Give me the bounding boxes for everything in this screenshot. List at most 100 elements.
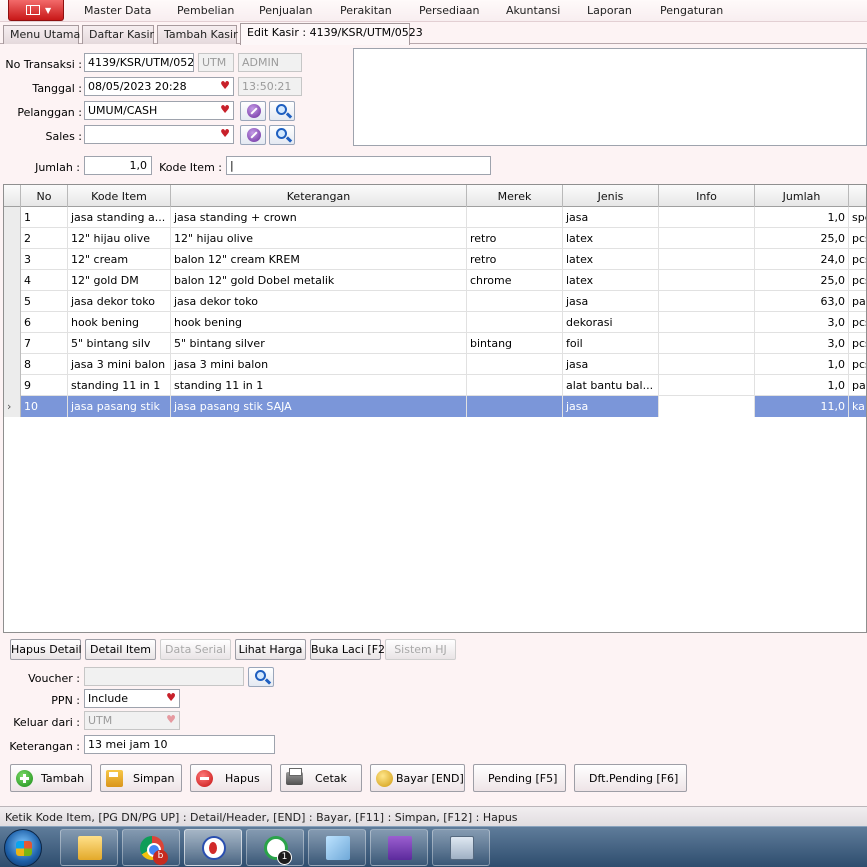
save-icon	[106, 770, 123, 787]
dft-pending-label: Dft.Pending [F6]	[589, 772, 679, 785]
hapus-button[interactable]: Hapus	[190, 764, 272, 792]
heart-dropdown-icon: ♥	[166, 713, 176, 726]
heart-dropdown-icon[interactable]: ♥	[220, 79, 230, 92]
jumlah-input[interactable]: 1,0	[84, 156, 152, 175]
heart-dropdown-icon[interactable]: ♥	[166, 691, 176, 704]
tab-menu-utama[interactable]: Menu Utama	[3, 25, 80, 44]
column-header-jumlah[interactable]: Jumlah	[755, 185, 849, 207]
menu-pengaturan[interactable]: Pengaturan	[660, 4, 723, 17]
cell-merek	[467, 207, 563, 228]
search-sales-button[interactable]	[269, 125, 295, 145]
column-header-kode-item[interactable]: Kode Item	[68, 185, 171, 207]
time-field: 13:50:21	[238, 77, 302, 96]
taskbar-visual-studio[interactable]	[370, 829, 428, 866]
menu-master-data[interactable]: Master Data	[84, 4, 151, 17]
taskbar-chrome[interactable]: b	[122, 829, 180, 866]
cell-no: 8	[21, 354, 68, 375]
taskbar-calculator[interactable]	[432, 829, 490, 866]
app-menu-button[interactable]: ▼	[8, 0, 64, 21]
table-row[interactable]: 5 jasa dekor toko jasa dekor toko jasa 63,0 p…	[4, 291, 866, 312]
search-voucher-button[interactable]	[248, 667, 274, 687]
column-header-keterangan[interactable]: Keterangan	[171, 185, 467, 207]
edit-sales-button[interactable]	[240, 125, 266, 145]
taskbar-whatsapp[interactable]: 1	[246, 829, 304, 866]
menu-pembelian[interactable]: Pembelian	[177, 4, 234, 17]
row-indicator	[4, 333, 21, 354]
table-row[interactable]: 6hook beninghook beningdekorasi3,0pcs	[4, 312, 866, 333]
start-button[interactable]	[4, 829, 42, 867]
keterangan-label: Keterangan :	[9, 740, 80, 753]
tab-daftar-kasir[interactable]: Daftar Kasir	[82, 25, 154, 44]
cell-no: 2	[21, 228, 68, 249]
menu-penjualan[interactable]: Penjualan	[259, 4, 313, 17]
taskbar-notepad[interactable]	[308, 829, 366, 866]
cell-jumlah: 11,0	[755, 396, 849, 417]
lihat-harga-button[interactable]: Lihat Harga	[235, 639, 306, 660]
cell-info	[659, 207, 755, 228]
kode-item-input[interactable]: |	[226, 156, 491, 175]
hapus-detail-button[interactable]: Hapus Detail	[10, 639, 82, 660]
no-transaksi-field[interactable]: 4139/KSR/UTM/0523	[84, 53, 194, 72]
notes-textarea[interactable]	[353, 48, 867, 146]
tambah-button[interactable]: Tambah	[10, 764, 92, 792]
bayar-label: Bayar [END]	[396, 772, 464, 785]
ppn-select[interactable]: Include ♥	[84, 689, 180, 708]
detail-item-button[interactable]: Detail Item	[85, 639, 156, 660]
pelanggan-select[interactable]: UMUM/CASH ♥	[84, 101, 234, 120]
cell-jumlah: 1,0	[755, 207, 849, 228]
pending-button[interactable]: Pending [F5]	[473, 764, 566, 792]
cell-jenis: latex	[563, 270, 659, 291]
tab-edit-kasir[interactable]: Edit Kasir : 4139/KSR/UTM/0523	[240, 23, 423, 45]
menu-akuntansi[interactable]: Akuntansi	[506, 4, 560, 17]
cell-merek	[467, 312, 563, 333]
voucher-field[interactable]	[84, 667, 244, 686]
row-indicator	[4, 249, 21, 270]
table-row[interactable]: 9 standing 11 in 1 standing 11 in 1 alat ba…	[4, 375, 866, 396]
cell-kode-item: 12" gold DM	[68, 270, 171, 291]
coin-icon	[376, 770, 393, 787]
cell-info	[659, 270, 755, 291]
table-row[interactable]: 2 12" hijau olive 12" hijau olive retro late…	[4, 228, 866, 249]
cell-jenis: latex	[563, 249, 659, 270]
column-header-merek[interactable]: Merek	[467, 185, 563, 207]
bayar-button[interactable]: Bayar [END]	[370, 764, 465, 792]
cell-no: 1	[21, 207, 68, 228]
taskbar-explorer[interactable]	[60, 829, 118, 866]
column-header-jenis[interactable]: Jenis	[563, 185, 659, 207]
table-row[interactable]: 4 12" gold DM balon 12" gold Dobel metalik…	[4, 270, 866, 291]
buka-laci-button[interactable]: Buka Laci [F2]	[310, 639, 389, 660]
dft-pending-button[interactable]: Dft.Pending [F6]	[574, 764, 687, 792]
simpan-button[interactable]: Simpan	[100, 764, 182, 792]
edit-pelanggan-button[interactable]	[240, 101, 266, 121]
column-header-satuan[interactable]	[849, 185, 866, 207]
sistem-hj-button[interactable]: Sistem HJ	[385, 639, 456, 660]
chrome-badge: b	[153, 850, 168, 865]
item-grid[interactable]: No Kode Item Keterangan Merek Jenis Info…	[3, 184, 867, 633]
tanggal-field[interactable]: 08/05/2023 20:28 ♥	[84, 77, 234, 96]
cell-keterangan: jasa dekor toko	[171, 291, 467, 312]
menu-persediaan[interactable]: Persediaan	[419, 4, 480, 17]
column-header-info[interactable]: Info	[659, 185, 755, 207]
sales-select[interactable]: ♥	[84, 125, 234, 144]
keluar-dari-select[interactable]: UTM ♥	[84, 711, 180, 730]
menu-perakitan[interactable]: Perakitan	[340, 4, 392, 17]
menu-laporan[interactable]: Laporan	[587, 4, 632, 17]
cell-no: 10	[21, 396, 68, 417]
heart-dropdown-icon[interactable]: ♥	[220, 103, 230, 116]
taskbar-pos-app[interactable]	[184, 829, 242, 866]
data-serial-button[interactable]: Data Serial	[160, 639, 231, 660]
tab-tambah-kasir[interactable]: Tambah Kasir	[157, 25, 238, 44]
cell-jumlah: 24,0	[755, 249, 849, 270]
search-pelanggan-button[interactable]	[269, 101, 295, 121]
table-row[interactable]: › 10 jasa pasang stik jasa pasang stik SAJA…	[4, 396, 866, 417]
table-row[interactable]: 1 jasa standing a... jasa standing + crown…	[4, 207, 866, 228]
cetak-button[interactable]: Cetak	[280, 764, 362, 792]
column-header-no[interactable]: No	[21, 185, 68, 207]
keluar-dari-value: UTM	[88, 714, 113, 727]
keterangan-input[interactable]: 13 mei jam 10	[84, 735, 275, 754]
table-row[interactable]: 3 12" cream balon 12" cream KREM retro latex…	[4, 249, 866, 270]
table-row[interactable]: 8 jasa 3 mini balon jasa 3 mini balon jasa 1…	[4, 354, 866, 375]
table-row[interactable]: 7 5" bintang silv 5" bintang silver bintang…	[4, 333, 866, 354]
heart-dropdown-icon[interactable]: ♥	[220, 127, 230, 140]
cell-info	[659, 249, 755, 270]
